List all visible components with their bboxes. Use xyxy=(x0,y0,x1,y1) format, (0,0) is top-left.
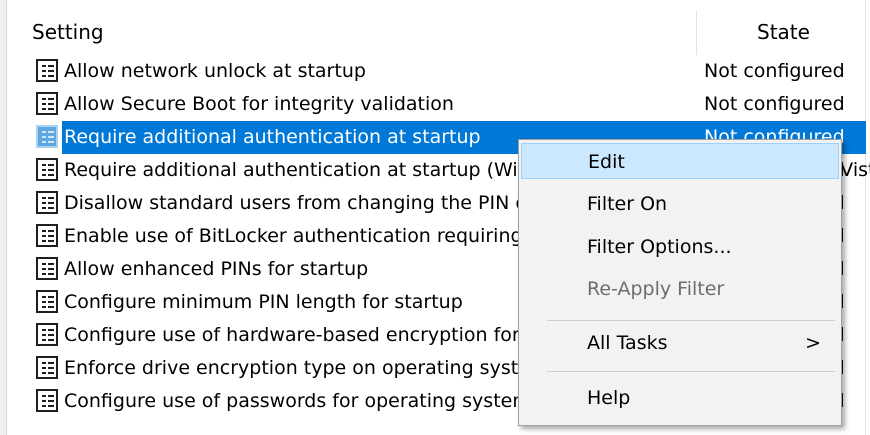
list-item[interactable]: Allow Secure Boot for integrity validati… xyxy=(16,88,866,121)
menu-separator xyxy=(547,320,835,321)
menu-item-label: Help xyxy=(587,387,631,409)
menu-item-label: Edit xyxy=(588,151,625,173)
menu-item-label: Filter Options... xyxy=(587,236,732,258)
menu-item-filter-on[interactable]: Filter On xyxy=(519,186,841,222)
policy-setting-icon xyxy=(36,191,58,214)
menu-item-reapply-filter[interactable]: Re-Apply Filter xyxy=(519,271,841,307)
column-divider[interactable] xyxy=(696,10,697,55)
policy-setting-icon xyxy=(36,158,58,181)
menu-separator xyxy=(547,371,835,372)
left-pane-edge xyxy=(0,0,7,435)
policy-setting-icon xyxy=(36,59,58,82)
list-header: Setting State xyxy=(16,10,866,55)
setting-name: Allow Secure Boot for integrity validati… xyxy=(64,93,454,115)
policy-setting-icon xyxy=(36,92,58,115)
policy-setting-icon xyxy=(36,224,58,247)
menu-item-filter-options[interactable]: Filter Options... xyxy=(519,229,841,265)
policy-setting-icon xyxy=(36,356,58,379)
setting-name: Allow enhanced PINs for startup xyxy=(64,258,369,280)
menu-item-edit[interactable]: Edit xyxy=(521,143,839,179)
setting-state: Not configured xyxy=(704,93,845,115)
menu-item-all-tasks[interactable]: All Tasks > xyxy=(519,325,841,361)
policy-setting-icon xyxy=(36,389,58,412)
column-header-setting[interactable]: Setting xyxy=(32,10,104,55)
list-item[interactable]: Allow network unlock at startup Not conf… xyxy=(16,55,866,88)
chevron-right-icon: > xyxy=(805,332,821,354)
context-menu: Edit Filter On Filter Options... Re-Appl… xyxy=(518,139,842,426)
setting-name: Configure minimum PIN length for startup xyxy=(64,291,463,313)
setting-name: Configure use of passwords for operating… xyxy=(64,390,595,412)
column-header-state[interactable]: State xyxy=(757,10,810,55)
policy-setting-icon xyxy=(36,323,58,346)
menu-item-help[interactable]: Help xyxy=(519,380,841,416)
menu-item-label: Filter On xyxy=(587,193,668,215)
policy-setting-icon xyxy=(36,257,58,280)
setting-name: Allow network unlock at startup xyxy=(64,60,366,82)
menu-item-label: All Tasks xyxy=(587,332,668,354)
setting-name: Require additional authentication at sta… xyxy=(64,126,481,148)
policy-setting-icon xyxy=(36,290,58,313)
policy-setting-icon xyxy=(36,125,58,148)
policy-list-pane: Setting State Allow network unlock at st… xyxy=(0,0,870,435)
setting-state: Not configured xyxy=(704,60,845,82)
menu-item-label: Re-Apply Filter xyxy=(587,278,725,300)
